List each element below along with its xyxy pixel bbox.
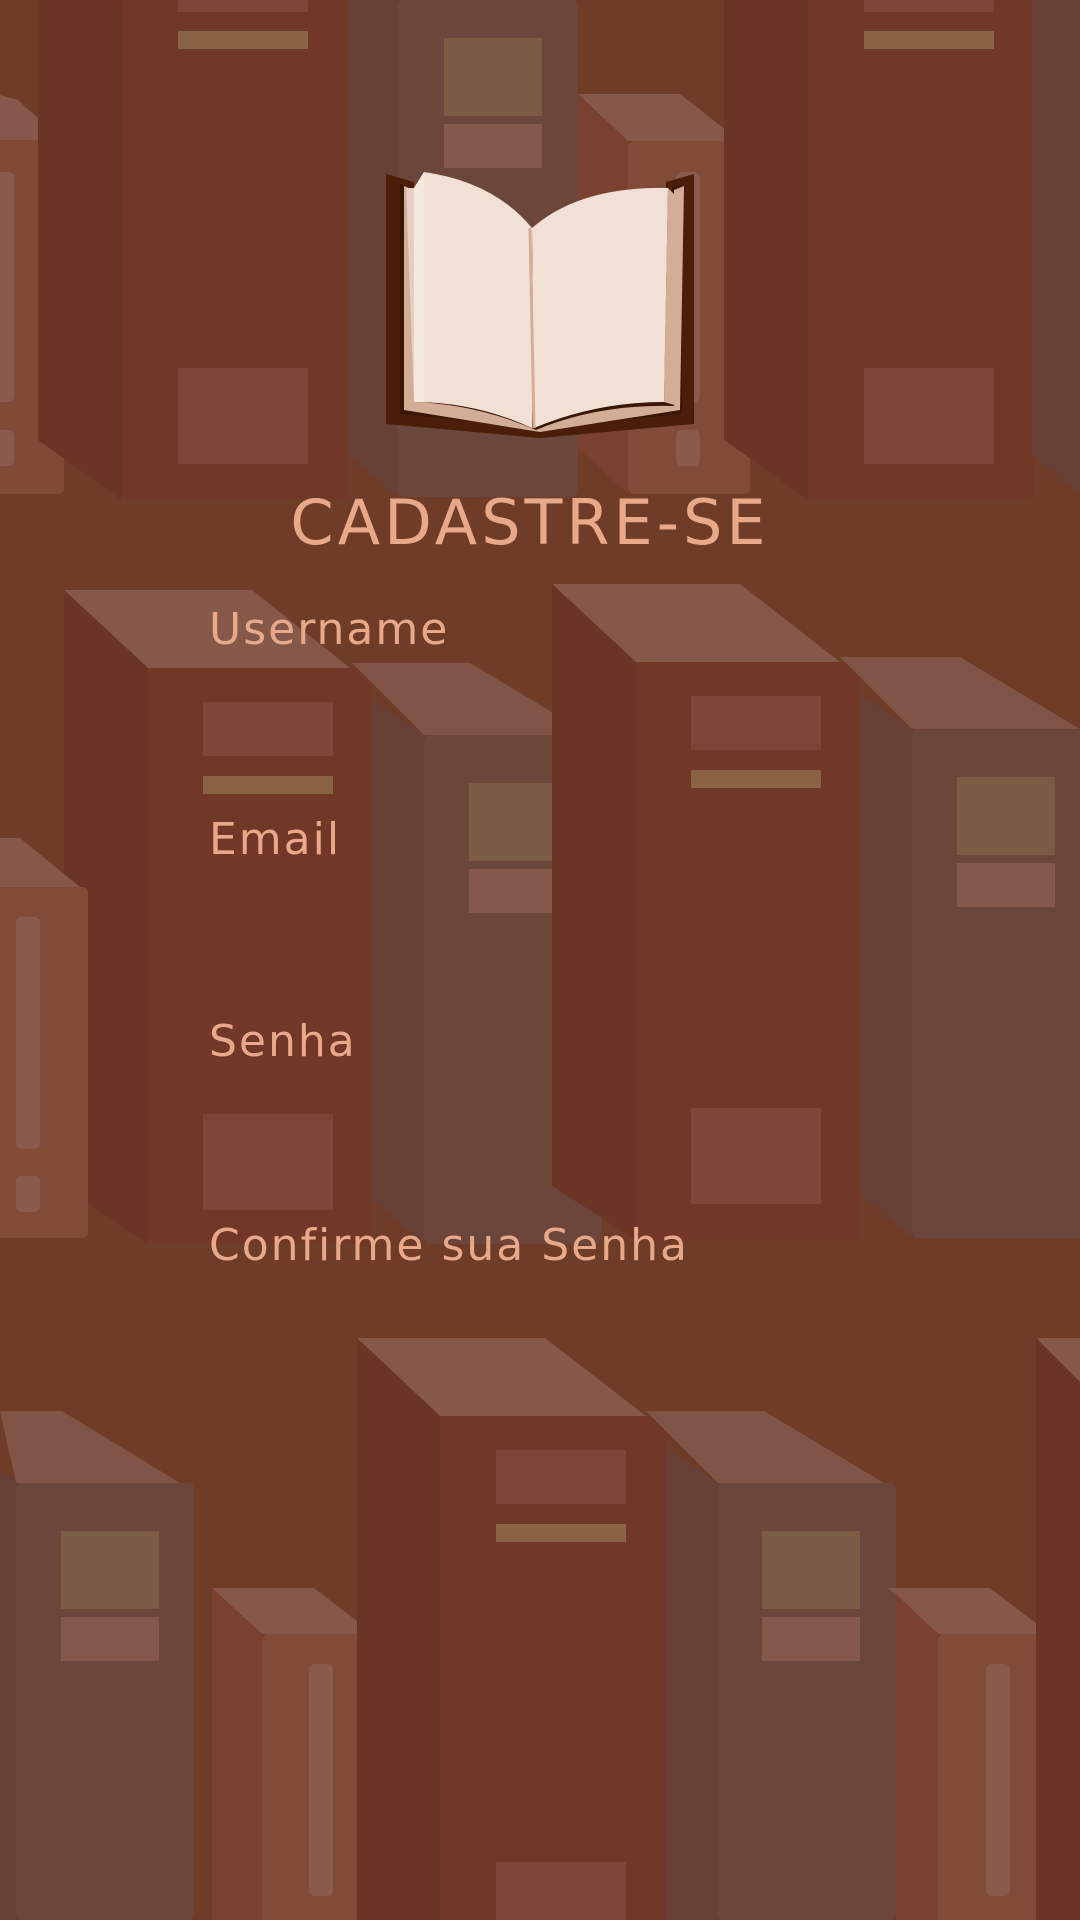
email-label: Email — [209, 814, 342, 865]
confirm-password-input[interactable] — [203, 1280, 895, 1346]
confirm-password-label: Confirme sua Senha — [209, 1220, 689, 1271]
username-label: Username — [209, 604, 450, 655]
password-input[interactable] — [203, 1074, 895, 1140]
password-label: Senha — [209, 1016, 357, 1067]
email-input[interactable] — [203, 870, 895, 936]
page-title: CADASTRE-SE — [290, 486, 770, 559]
open-book-icon — [386, 172, 694, 438]
username-input[interactable] — [203, 664, 895, 730]
